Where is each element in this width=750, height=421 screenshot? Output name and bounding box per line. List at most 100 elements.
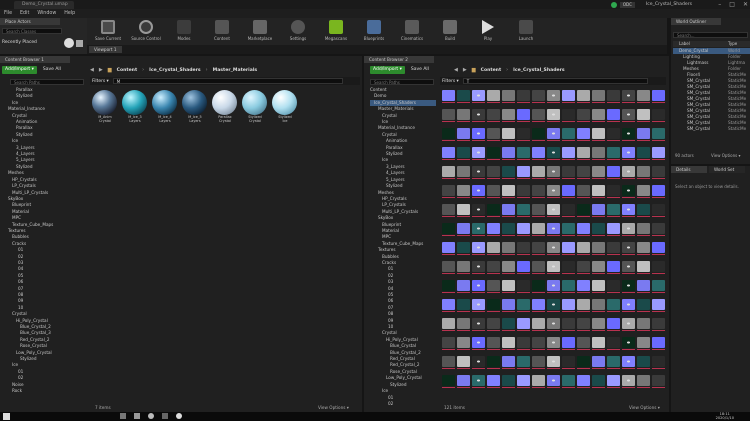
- texture-tile[interactable]: [607, 299, 620, 316]
- path-search-input[interactable]: Search Paths: [370, 79, 434, 85]
- texture-tile[interactable]: [577, 147, 590, 164]
- texture-tile[interactable]: [637, 318, 650, 335]
- texture-tile[interactable]: [607, 318, 620, 335]
- texture-tile[interactable]: [487, 356, 500, 373]
- texture-tile[interactable]: [502, 109, 515, 126]
- texture-tile[interactable]: [592, 242, 605, 259]
- texture-tile[interactable]: [472, 223, 485, 240]
- texture-tile[interactable]: [442, 337, 455, 354]
- menu-help[interactable]: Help: [64, 9, 75, 18]
- texture-tile[interactable]: [517, 337, 530, 354]
- texture-tile[interactable]: [607, 109, 620, 126]
- texture-tile[interactable]: [532, 261, 545, 278]
- texture-tile[interactable]: [577, 299, 590, 316]
- add-import-button[interactable]: Add/Import ▾: [2, 66, 37, 74]
- texture-tile[interactable]: [637, 337, 650, 354]
- texture-tile[interactable]: [577, 128, 590, 145]
- texture-tile[interactable]: [457, 261, 470, 278]
- texture-tile[interactable]: [472, 147, 485, 164]
- asset-tile[interactable]: Parallax Crystal: [212, 90, 238, 123]
- texture-tile[interactable]: [592, 166, 605, 183]
- texture-tile[interactable]: [442, 261, 455, 278]
- texture-tile[interactable]: [607, 375, 620, 392]
- texture-tile[interactable]: [457, 280, 470, 297]
- texture-tile[interactable]: [487, 280, 500, 297]
- texture-tile[interactable]: [592, 90, 605, 107]
- texture-tile[interactable]: [457, 299, 470, 316]
- content-browser-2-tab[interactable]: Content Browser 2: [364, 56, 434, 63]
- texture-tile[interactable]: [487, 204, 500, 221]
- texture-tile[interactable]: [592, 147, 605, 164]
- texture-tile[interactable]: [547, 128, 560, 145]
- texture-tile[interactable]: [652, 128, 665, 145]
- texture-tile[interactable]: [487, 166, 500, 183]
- texture-tile[interactable]: [562, 185, 575, 202]
- texture-tile[interactable]: [517, 204, 530, 221]
- back-icon[interactable]: ◀: [454, 67, 458, 73]
- texture-tile[interactable]: [622, 375, 635, 392]
- texture-tile[interactable]: [532, 337, 545, 354]
- texture-tile[interactable]: [652, 375, 665, 392]
- texture-tile[interactable]: [622, 337, 635, 354]
- texture-tile[interactable]: [562, 90, 575, 107]
- content-button[interactable]: Content: [203, 18, 241, 45]
- app-icon[interactable]: [134, 413, 140, 419]
- texture-tile[interactable]: [457, 242, 470, 259]
- asset-tile[interactable]: M_Anim Crystal: [92, 90, 118, 123]
- outliner-view-options-button[interactable]: View Options ▾: [711, 153, 740, 158]
- texture-tile[interactable]: [577, 109, 590, 126]
- texture-tile[interactable]: [547, 280, 560, 297]
- add-import-button[interactable]: Add/Import ▾: [370, 66, 405, 74]
- filters-button[interactable]: Filters ▾: [440, 79, 459, 84]
- save-current-button[interactable]: Save Current: [89, 18, 127, 45]
- texture-tile[interactable]: [562, 299, 575, 316]
- texture-tile[interactable]: [547, 375, 560, 392]
- texture-tile[interactable]: [592, 109, 605, 126]
- texture-tile[interactable]: [472, 128, 485, 145]
- texture-tile[interactable]: [502, 299, 515, 316]
- texture-tile[interactable]: [547, 356, 560, 373]
- texture-tile[interactable]: [637, 356, 650, 373]
- maximize-icon[interactable]: □: [729, 0, 735, 9]
- texture-tile[interactable]: [532, 280, 545, 297]
- texture-tile[interactable]: [592, 375, 605, 392]
- texture-tile[interactable]: [517, 280, 530, 297]
- texture-tile[interactable]: [562, 318, 575, 335]
- texture-tile[interactable]: [562, 261, 575, 278]
- texture-tile[interactable]: [652, 242, 665, 259]
- texture-tile[interactable]: [487, 185, 500, 202]
- label-column-header[interactable]: Label: [673, 41, 728, 47]
- texture-tile[interactable]: [457, 166, 470, 183]
- texture-tile[interactable]: [487, 128, 500, 145]
- texture-tile[interactable]: [592, 356, 605, 373]
- asset-tile[interactable]: M_Ice_5 Layers: [182, 90, 208, 123]
- texture-tile[interactable]: [607, 337, 620, 354]
- texture-tile[interactable]: [637, 166, 650, 183]
- megascans-button[interactable]: Megascans: [317, 18, 355, 45]
- texture-tile[interactable]: [577, 90, 590, 107]
- texture-tile[interactable]: [487, 223, 500, 240]
- texture-tile[interactable]: [592, 185, 605, 202]
- folder-tree[interactable]: Content Demo Ice_Crystal_Shaders Master_Mat…: [370, 87, 436, 405]
- texture-tile[interactable]: [487, 90, 500, 107]
- texture-tile[interactable]: [502, 356, 515, 373]
- texture-tile[interactable]: [592, 204, 605, 221]
- texture-tile[interactable]: [637, 280, 650, 297]
- texture-tile[interactable]: [652, 166, 665, 183]
- menu-window[interactable]: Window: [37, 9, 56, 18]
- texture-tile[interactable]: [532, 318, 545, 335]
- texture-tile[interactable]: [457, 185, 470, 202]
- texture-tile[interactable]: [472, 318, 485, 335]
- content-browser-1-tab[interactable]: Content Browser 1: [0, 56, 70, 63]
- texture-tile[interactable]: [547, 299, 560, 316]
- texture-tile[interactable]: [577, 337, 590, 354]
- texture-tile[interactable]: [532, 109, 545, 126]
- texture-tile[interactable]: [517, 242, 530, 259]
- texture-tile[interactable]: [547, 147, 560, 164]
- texture-tile[interactable]: [607, 356, 620, 373]
- texture-tile[interactable]: [547, 109, 560, 126]
- texture-tile[interactable]: [547, 337, 560, 354]
- app-icon[interactable]: [120, 413, 126, 419]
- texture-tile[interactable]: [622, 166, 635, 183]
- texture-tile[interactable]: [442, 109, 455, 126]
